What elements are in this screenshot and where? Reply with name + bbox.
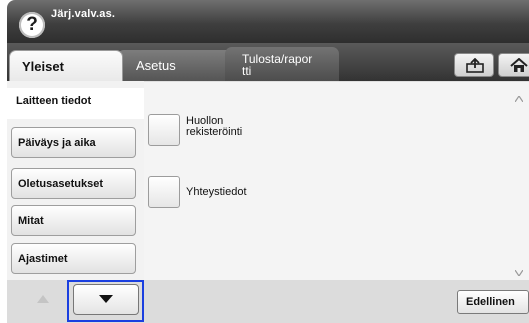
menu-item-ajastimet[interactable]: Ajastimet [11, 243, 136, 274]
title-bar: ? Järj.valv.as. [7, 0, 529, 43]
export-button[interactable] [454, 53, 494, 77]
scroll-up-button[interactable] [17, 284, 69, 316]
yhteystiedot-button[interactable] [148, 176, 180, 208]
content-scroll-down-icon[interactable] [514, 268, 524, 278]
huollon-rekisterointi-line2: rekisteröinti [186, 126, 243, 138]
menu-item-oletusasetukset[interactable]: Oletusasetukset [11, 168, 136, 199]
arrow-up-icon [37, 295, 49, 303]
menu-item-laitteen-tiedot[interactable]: Laitteen tiedot [7, 88, 148, 119]
tab-tulosta-label-line1: Tulosta/rapor [242, 52, 313, 66]
menu-item-mitat[interactable]: Mitat [11, 205, 136, 236]
home-button[interactable] [498, 53, 529, 77]
help-button[interactable]: ? [19, 12, 45, 38]
page-title: Järj.valv.as. [51, 8, 116, 20]
huollon-rekisterointi-button[interactable] [148, 114, 180, 146]
content-scroll-up-icon[interactable] [514, 94, 524, 104]
tab-tulosta-label-line2: tti [242, 64, 252, 78]
tab-asetus[interactable]: Asetus [117, 50, 235, 81]
focus-highlight [67, 280, 144, 322]
export-tray-icon [466, 58, 484, 73]
bottom-bar: Edellinen [144, 280, 529, 323]
huollon-rekisterointi-label: Huollon rekisteröinti [186, 116, 242, 138]
home-icon [510, 58, 528, 72]
content-panel: Huollon rekisteröinti Yhteystiedot [144, 81, 529, 281]
menu-item-paivays-ja-aika[interactable]: Päiväys ja aika [11, 127, 136, 158]
device-screen: ? Järj.valv.as. Asetus Tulosta/rapor tti… [0, 0, 529, 323]
tab-strip: Asetus Tulosta/rapor tti Yleiset [7, 43, 529, 81]
yhteystiedot-label: Yhteystiedot [186, 187, 247, 198]
back-button[interactable]: Edellinen [457, 290, 529, 314]
tab-yleiset[interactable]: Yleiset [9, 50, 123, 81]
tab-tulosta-raportti[interactable]: Tulosta/rapor tti [225, 47, 339, 81]
yhteystiedot-line1: Yhteystiedot [186, 186, 247, 198]
